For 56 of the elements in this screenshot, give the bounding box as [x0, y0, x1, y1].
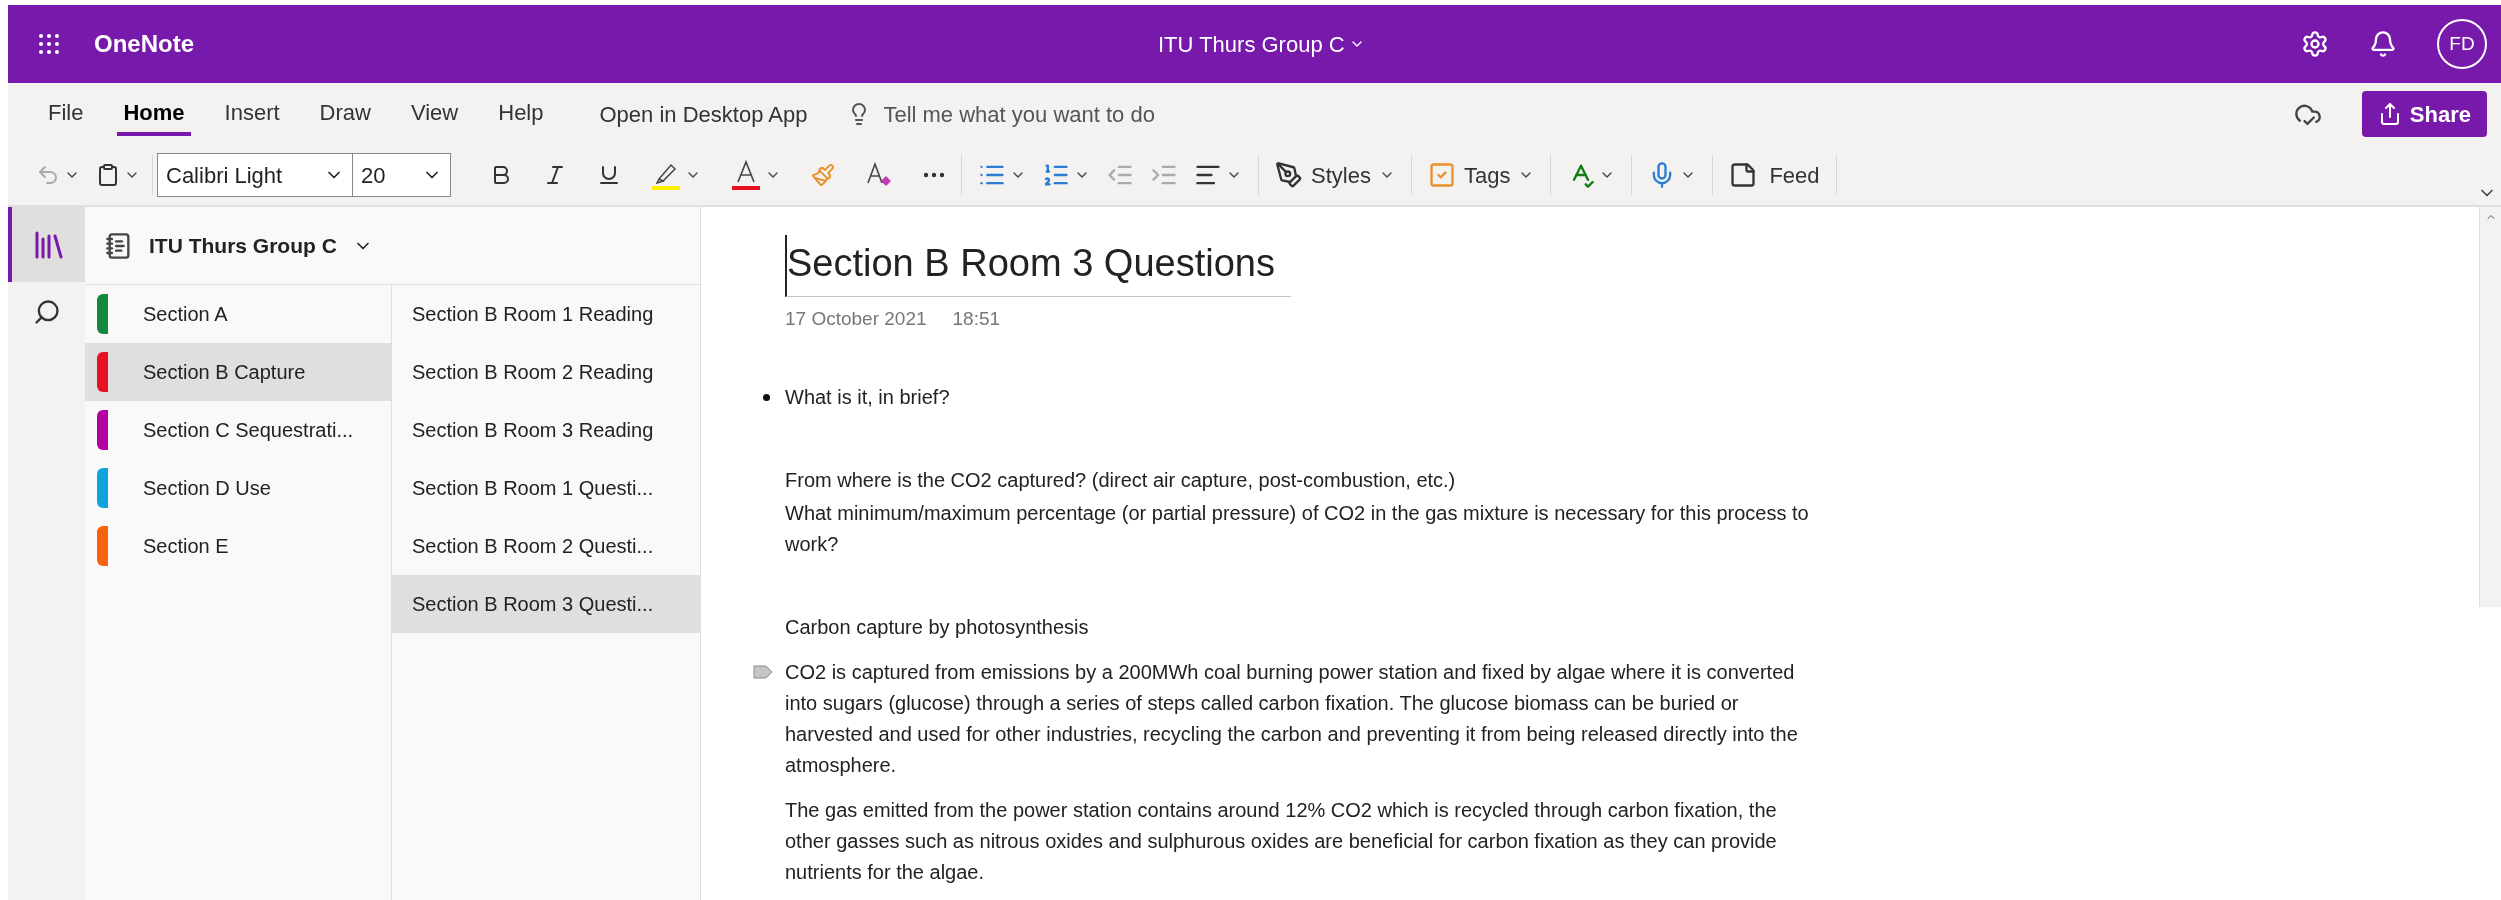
font-color-icon	[731, 159, 761, 191]
scrollbar[interactable]	[2479, 207, 2501, 607]
ribbon-tab[interactable]: Home	[117, 92, 191, 136]
notebook-icon	[105, 231, 133, 260]
note-paragraph[interactable]: From where is the CO2 captured? (direct air capture, post-combustion, etc.)	[785, 464, 1825, 496]
note-paragraph[interactable]: What minimum/maximum percentage (or partial pressure) of CO2 in the gas mixture is necessary for this process to work?	[785, 497, 1825, 560]
open-in-desktop-link[interactable]: Open in Desktop App	[599, 97, 808, 131]
tell-me-field[interactable]: Tell me what you want to do	[847, 97, 1304, 131]
note-paragraph[interactable]: What is it, in brief?	[785, 381, 1825, 413]
page-item[interactable]: Section B Room 1 Reading	[392, 285, 700, 343]
section-item[interactable]: Section C Sequestrati...	[85, 401, 391, 459]
search-icon	[32, 298, 61, 326]
tags-button[interactable]: Tags	[1419, 155, 1543, 195]
section-item[interactable]: Section A	[85, 285, 391, 343]
feed-button[interactable]: Feed	[1721, 155, 1828, 195]
page-item[interactable]: Section B Room 2 Questi...	[392, 517, 700, 575]
page-item[interactable]: Section B Room 1 Questi...	[392, 459, 700, 517]
notebook-title-button[interactable]: ITU Thurs Group C	[1158, 27, 1365, 61]
page-item[interactable]: Section B Room 3 Questi...	[392, 575, 700, 633]
note-paragraph[interactable]: The gas emitted from the power station contains around 12% CO2 which is recycled through carbon fixation, the other gasses such as nitrous oxides and sulphurous oxides are beneficial for carbon fixation as they can provide nutrients for the algae.	[785, 794, 1825, 888]
bullet-icon	[763, 393, 770, 401]
note-icon	[1729, 161, 1758, 189]
share-button[interactable]: Share	[2361, 91, 2487, 137]
section-item[interactable]: Section E	[85, 517, 391, 575]
bell-icon[interactable]	[2369, 30, 2397, 58]
ribbon-tab[interactable]: Help	[492, 92, 550, 136]
font-size-dropdown[interactable]: 20	[353, 153, 451, 197]
styles-button[interactable]: Styles	[1267, 155, 1403, 195]
clear-formatting-icon	[865, 161, 893, 189]
more-icon	[923, 172, 945, 178]
notebooks-button[interactable]	[8, 207, 85, 282]
page-date: 17 October 2021	[785, 307, 927, 331]
note-paragraph[interactable]: Carbon capture by photosynthesis	[785, 611, 1825, 643]
clipboard-icon	[96, 163, 120, 187]
tag-checkbox-icon	[1427, 161, 1456, 189]
notebook-selector[interactable]: ITU Thurs Group C	[85, 207, 700, 285]
settings-icon[interactable]	[2301, 30, 2329, 58]
paintbrush-icon	[811, 163, 835, 187]
note-paragraph[interactable]: CO2 is captured from emissions by a 200MWh coal burning power station and fixed by algae where it is converted into sugars (glucose) through a series of steps called carbon fixation. The glucose biomass can be buried or harvested and used for other industries, recycling the carbon and preventing it from being released directly into the atmosphere.	[785, 656, 1825, 781]
section-item[interactable]: Section D Use	[85, 459, 391, 517]
page-item[interactable]: Section B Room 3 Reading	[392, 401, 700, 459]
ribbon-tab[interactable]: Insert	[218, 92, 286, 136]
page-title[interactable]: Section B Room 3 Questions	[785, 235, 1291, 297]
tag-icon[interactable]	[753, 664, 773, 679]
ribbon-tab[interactable]: View	[404, 92, 465, 136]
pen-icon	[1275, 161, 1303, 189]
ribbon-tab[interactable]: Draw	[313, 92, 377, 136]
page-item[interactable]: Section B Room 2 Reading	[392, 343, 700, 401]
ribbon-tab[interactable]: File	[42, 92, 90, 136]
undo-icon	[36, 163, 60, 187]
font-name-dropdown[interactable]: Calibri Light	[157, 153, 353, 197]
app-name: OneNote	[94, 29, 194, 59]
underline-icon	[597, 163, 621, 187]
avatar[interactable]: FD	[2437, 19, 2487, 69]
section-item[interactable]: Section B Capture	[85, 343, 391, 401]
page-time: 18:51	[952, 307, 1001, 331]
